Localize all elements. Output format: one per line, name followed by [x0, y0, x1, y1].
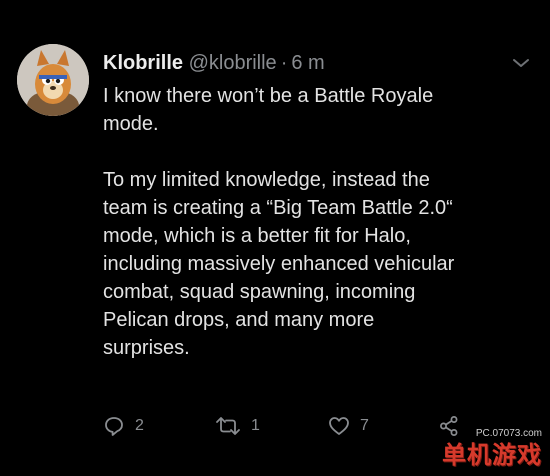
avatar[interactable]: [17, 44, 89, 116]
retweet-count: 1: [251, 417, 260, 434]
separator-dot: ·: [280, 52, 288, 74]
like-count: 7: [360, 417, 369, 434]
tweet-header: Klobrille @klobrille · 6 m: [103, 50, 325, 76]
heart-icon: [328, 415, 350, 437]
watermark-brand: 单机游戏: [442, 441, 542, 469]
reply-count: 2: [135, 417, 144, 434]
reply-icon: [103, 415, 125, 437]
share-button[interactable]: [438, 412, 460, 440]
like-button[interactable]: 7: [328, 412, 369, 440]
retweet-icon: [215, 415, 241, 437]
author-name[interactable]: Klobrille: [103, 52, 183, 74]
reply-button[interactable]: 2: [103, 412, 144, 440]
author-handle[interactable]: @klobrille: [189, 52, 277, 74]
tweet-actions: 2 1 7: [103, 412, 483, 440]
watermark-url: PC.07073.com: [475, 428, 542, 439]
chevron-down-icon[interactable]: [510, 55, 532, 71]
tweet: Klobrille @klobrille · 6 m I know there wo…: [0, 0, 550, 476]
share-icon: [438, 415, 460, 437]
tweet-timestamp[interactable]: 6 m: [291, 52, 324, 74]
tweet-text: I know there won’t be a Battle Royale mo…: [103, 85, 455, 359]
retweet-button[interactable]: 1: [215, 412, 260, 440]
